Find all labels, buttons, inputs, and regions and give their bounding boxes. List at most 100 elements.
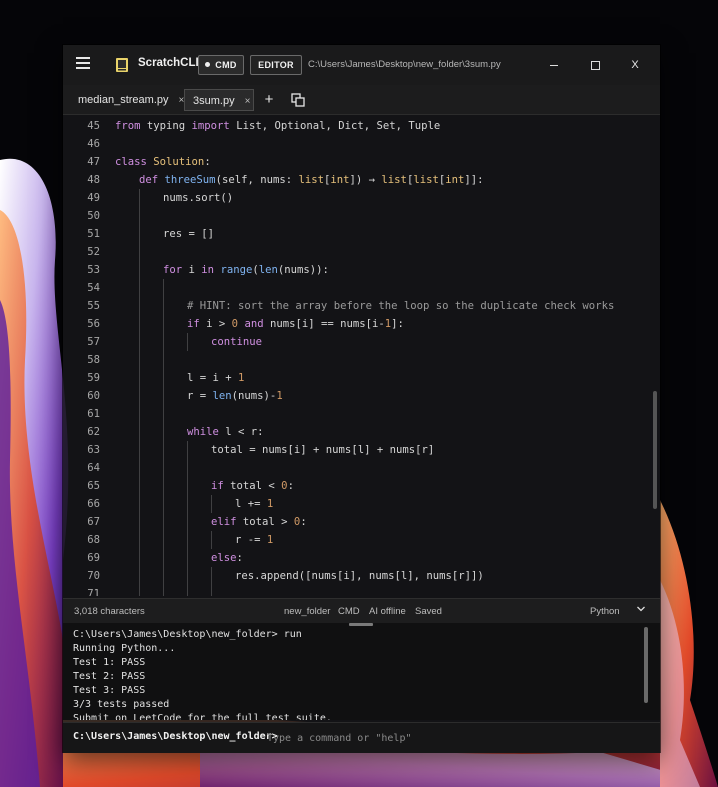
code-text: def threeSum(self, nums: list[int]) → li… [139,171,484,189]
indent-guide [139,297,140,315]
code-text: from typing import List, Optional, Dict,… [115,117,440,135]
code-token: l += [235,498,267,510]
tab-close-icon[interactable]: × [245,96,251,107]
code-token: def [139,174,159,186]
code-text: l += 1 [235,495,273,513]
line-number: 65 [87,480,100,492]
indent-guide [139,315,140,333]
indent-guide [163,531,164,549]
code-token: : [236,552,243,564]
code-token: import [191,120,230,132]
code-line: 56 if i > 0 and nums[i] == nums[i-1]: [63,315,648,333]
code-token: int [330,174,350,186]
code-token: while [187,426,219,438]
terminal-resize-handle[interactable] [349,623,373,626]
duplicate-window-icon[interactable] [291,93,305,107]
indent-guide [139,549,140,567]
indent-guide [187,531,188,549]
code-token: total < [223,480,282,492]
terminal-line: Test 2: PASS [73,671,146,682]
code-text: r = len(nums)-1 [187,387,283,405]
indent-guide [139,333,140,351]
editor-mode-button[interactable]: EDITOR [250,55,302,75]
code-token: total = nums[i] + nums[l] + nums[r] [211,444,435,456]
indent-guide [139,189,140,207]
line-number: 45 [87,120,100,132]
indent-guide [139,441,140,459]
code-token: l < r: [218,426,264,438]
code-line: 62 while l < r: [63,423,648,441]
code-token: : [204,156,211,168]
code-editor[interactable]: 45 from typing import List, Optional, Dic… [63,114,660,596]
indent-guide [163,315,164,333]
code-token: i > [199,318,232,330]
code-line: 60 r = len(nums)-1 [63,387,648,405]
indent-guide [187,477,188,495]
code-text: total = nums[i] + nums[l] + nums[r] [211,441,434,459]
command-input[interactable] [267,728,647,748]
indent-guide [139,513,140,531]
indent-guide [211,585,212,596]
scratchcli-window: ScratchCLI CMD EDITOR C:\Users\James\Des… [63,45,660,753]
code-text: else: [211,549,243,567]
chevron-down-icon[interactable] [636,604,646,617]
code-line: 63 total = nums[i] + nums[l] + nums[r] [63,441,648,459]
line-number: 67 [87,516,100,528]
code-text: while l < r: [187,423,264,441]
line-number: 52 [87,246,100,258]
terminal-line: Test 1: PASS [73,657,146,668]
indent-guide [163,297,164,315]
code-token: continue [211,336,263,348]
code-line: 53 for i in range(len(nums)): [63,261,648,279]
line-number: 55 [87,300,100,312]
code-token: len [212,390,232,402]
code-line: 51 res = [] [63,225,648,243]
line-number: 47 [87,156,100,168]
language-selector[interactable]: Python [590,606,620,617]
indent-guide [163,333,164,351]
code-token: i [182,264,202,276]
maximize-button[interactable] [580,55,610,75]
code-line: 64 [63,459,648,477]
indent-guide [187,549,188,567]
line-number: 66 [87,498,100,510]
code-text: class Solution: [115,153,211,171]
code-token: 1 [276,390,283,402]
code-token: 1 [238,372,245,384]
indent-guide [139,495,140,513]
code-token: (nums)): [277,264,329,276]
line-number: 68 [87,534,100,546]
menu-icon[interactable] [76,57,90,69]
indent-guide [163,387,164,405]
code-token: ]: [391,318,404,330]
indent-guide [187,333,188,351]
app-title: ScratchCLI [138,57,199,69]
close-button[interactable]: X [620,55,650,75]
tab-median-stream[interactable]: median_stream.py × [70,89,184,111]
indent-guide [139,243,140,261]
indent-guide [211,531,212,549]
line-number: 64 [87,462,100,474]
new-tab-button[interactable]: + [261,91,277,108]
line-number: 69 [87,552,100,564]
code-token: nums.sort() [163,192,234,204]
indent-guide [139,279,140,297]
terminal-line: 3/3 tests passed [73,699,170,710]
command-prompt: C:\Users\James\Desktop\new_folder> [73,731,278,742]
indent-guide [139,207,140,225]
cmd-mode-button[interactable]: CMD [198,55,244,75]
code-line: 52 [63,243,648,261]
indent-guide [163,567,164,585]
code-line: 68 r -= 1 [63,531,648,549]
file-path: C:\Users\James\Desktop\new_folder\3sum.p… [308,59,501,70]
cmd-mode-label: CMD [215,60,237,70]
indent-guide [187,513,188,531]
editor-scrollbar[interactable] [653,391,657,509]
terminal-scrollbar[interactable] [644,627,648,703]
tab-3sum[interactable]: 3sum.py × [184,89,254,111]
code-token: : [287,480,294,492]
code-token: 1 [266,498,274,510]
code-token: and [244,318,264,330]
minimize-button[interactable] [539,55,569,75]
code-line: 46 [63,135,648,153]
